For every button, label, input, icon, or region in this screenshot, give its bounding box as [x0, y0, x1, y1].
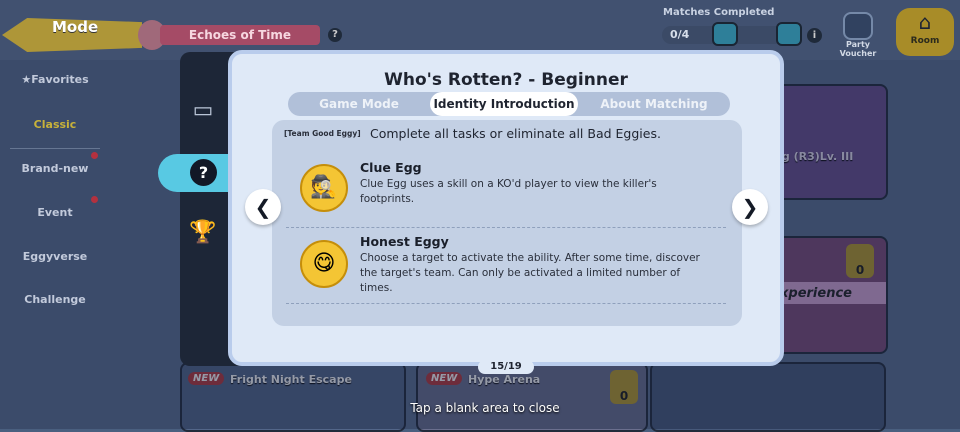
sidebar-item-favorites[interactable]: ★Favorites	[0, 73, 110, 86]
help-icon[interactable]: ?	[328, 28, 342, 42]
role-description: Choose a target to activate the ability.…	[360, 252, 700, 294]
event-title[interactable]: Echoes of Time	[160, 25, 320, 45]
prev-arrow-button[interactable]: ❮	[245, 189, 281, 225]
room-label: Room	[910, 36, 940, 46]
house-icon: ⌂	[918, 10, 932, 34]
sidebar-item-classic[interactable]: Classic	[0, 118, 110, 131]
notification-dot	[91, 196, 98, 203]
reward-chest-icon[interactable]	[776, 22, 802, 46]
party-voucher-label: Party	[845, 40, 871, 49]
close-hint: Tap a blank area to close	[410, 401, 560, 415]
mode-label: Mode	[52, 18, 99, 36]
star-icon: ★	[21, 73, 32, 86]
sidebar-divider	[10, 148, 100, 149]
role-divider	[286, 303, 726, 304]
tab-game-mode[interactable]: Game Mode	[288, 92, 430, 116]
party-voucher-icon	[843, 12, 873, 40]
room-button[interactable]: ⌂ Room	[896, 8, 954, 56]
sidebar-item-brand-new[interactable]: Brand-new	[0, 162, 110, 175]
matches-completed-label: Matches Completed	[663, 7, 775, 18]
question-icon: ?	[190, 159, 217, 186]
rules-modal: Who's Rotten? - Beginner Game Mode Ident…	[228, 50, 784, 366]
team-tag: [Team Good Eggy]	[284, 129, 361, 138]
page-indicator: 15/19	[478, 360, 534, 374]
tab-identity-introduction[interactable]: Identity Introduction	[430, 92, 578, 116]
party-voucher-button[interactable]: Party Voucher	[838, 12, 878, 60]
role-name: Honest Eggy	[360, 234, 449, 249]
trophy-icon[interactable]: 🏆	[188, 218, 218, 248]
reward-chest-icon[interactable]	[712, 22, 738, 46]
detective-egg-icon: 🕵	[300, 164, 348, 212]
info-icon[interactable]: i	[807, 28, 822, 43]
modal-tab-bar: Game Mode Identity Introduction About Ma…	[288, 92, 730, 116]
next-arrow-button[interactable]: ❯	[732, 189, 768, 225]
tab-about-matching[interactable]: About Matching	[578, 92, 730, 116]
role-divider	[286, 227, 726, 228]
party-voucher-label-2: Voucher	[839, 49, 877, 58]
role-description: Clue Egg uses a skill on a KO'd player t…	[360, 178, 657, 205]
sidebar-item-event[interactable]: Event	[0, 206, 110, 219]
sidebar-item-challenge[interactable]: Challenge	[0, 293, 110, 306]
sidebar-item-eggyverse[interactable]: Eggyverse	[0, 250, 110, 263]
role-name: Clue Egg	[360, 160, 422, 175]
book-icon[interactable]: ▭	[188, 96, 218, 126]
honest-egg-icon: 😋	[300, 240, 348, 288]
role-list[interactable]: [Team Good Eggy] Complete all tasks or e…	[272, 120, 742, 326]
team-description: Complete all tasks or eliminate all Bad …	[370, 126, 661, 141]
matches-count: 0/4	[670, 28, 690, 41]
modal-title: Who's Rotten? - Beginner	[384, 70, 628, 90]
notification-dot	[91, 152, 98, 159]
